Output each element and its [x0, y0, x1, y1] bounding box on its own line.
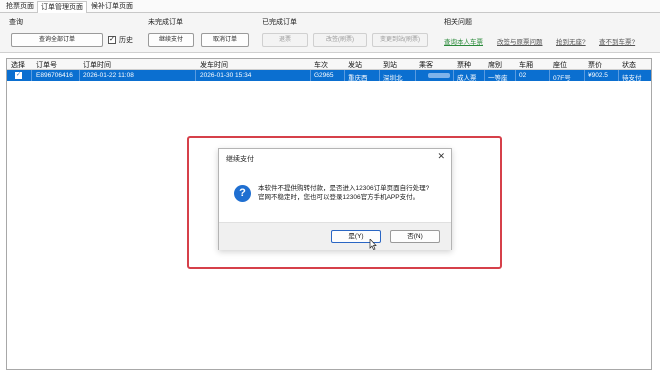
column-divider [79, 70, 80, 81]
continue-pay-button[interactable]: 继续支付 [148, 33, 194, 47]
column-divider [195, 70, 196, 81]
column-header[interactable]: 发站 [348, 60, 362, 70]
column-header[interactable]: 座位 [553, 60, 567, 70]
column-divider [484, 70, 485, 81]
order-time-cell: 2026-01-22 11:08 [83, 72, 134, 79]
seat-class-cell: 一等座 [488, 75, 508, 82]
depart-time-cell: 2026-01-30 15:34 [200, 72, 252, 79]
cancel-order-button[interactable]: 取消订单 [201, 33, 249, 47]
related-group-title: 相关问题 [444, 19, 472, 26]
column-header[interactable]: 车厢 [519, 60, 533, 70]
pending-group-title: 未完成订单 [148, 19, 183, 26]
dialog-title: 继续支付 [226, 156, 254, 163]
column-header[interactable]: 票种 [457, 60, 471, 70]
dialog-footer: 是(Y) 否(N) [219, 222, 451, 250]
column-divider [344, 70, 345, 81]
link-change-original-ticket[interactable]: 改签与原票问题 [497, 36, 543, 46]
link-query-own-ticket[interactable]: 查询本人车票 [444, 36, 483, 46]
no-button[interactable]: 否(N) [390, 230, 440, 243]
row-select-checkbox[interactable]: ✓ [15, 72, 22, 79]
link-no-seat[interactable]: 抢到无座? [556, 36, 586, 46]
price-cell: ¥902.5 [588, 72, 608, 79]
tab-waitlist-orders[interactable]: 候补订单页面 [88, 1, 136, 13]
column-divider [415, 70, 416, 81]
continue-pay-dialog: 继续支付 ✕ ? 本软件不提供购转付款，是否进入12306订单页面自行处理? 官… [218, 148, 452, 250]
column-divider [31, 70, 32, 81]
passenger-name-redacted [428, 73, 450, 78]
column-divider [549, 70, 550, 81]
column-divider [310, 70, 311, 81]
dialog-message: 本软件不提供购转付款，是否进入12306订单页面自行处理? 官网不稳定时，您也可… [258, 184, 448, 202]
query-all-orders-button[interactable]: 查询全部订单 [11, 33, 103, 47]
order-number-cell: E896706416 [36, 72, 73, 79]
toolbar: 查询 查询全部订单 ✓ 历史 未完成订单 继续支付 取消订单 已完成订单 退票 … [0, 13, 660, 53]
departure-station-cell: 重庆西 [348, 75, 368, 82]
link-ticket-not-found[interactable]: 查不到车票? [599, 36, 635, 46]
history-checkbox[interactable]: ✓ [108, 36, 116, 44]
tab-bar: 抢票页面 订单管理页面 候补订单页面 [0, 0, 660, 13]
dialog-message-line: 本软件不提供购转付款，是否进入12306订单页面自行处理? [258, 185, 430, 192]
dialog-message-line: 官网不稳定时，您也可以登录12306官方手机APP支付。 [258, 194, 420, 201]
column-header[interactable]: 状态 [622, 60, 636, 70]
table-row[interactable]: ✓ E896706416 2026-01-22 11:08 2026-01-30… [7, 70, 651, 82]
table-header: 选择 订单号 订单时间 发车时间 车次 发站 到站 乘客 票种 席别 车厢 座位… [7, 59, 651, 70]
column-header[interactable]: 席别 [488, 60, 502, 70]
tab-order-management[interactable]: 订单管理页面 [37, 1, 87, 13]
column-header[interactable]: 订单时间 [83, 60, 111, 70]
column-header[interactable]: 选择 [11, 60, 25, 70]
completed-group-title: 已完成订单 [262, 19, 297, 26]
column-header[interactable]: 发车时间 [200, 60, 228, 70]
refund-button[interactable]: 退票 [262, 33, 308, 47]
question-icon: ? [234, 185, 251, 202]
train-number-cell: G2965 [314, 72, 334, 79]
column-header[interactable]: 乘客 [419, 60, 433, 70]
car-number-cell: 02 [519, 72, 527, 79]
ticket-type-cell: 成人票 [457, 75, 477, 82]
status-cell: 待支付 [622, 75, 642, 82]
arrival-station-cell: 深圳北 [383, 75, 403, 82]
tab-grab-tickets[interactable]: 抢票页面 [3, 1, 37, 13]
close-icon[interactable]: ✕ [437, 151, 445, 162]
mouse-cursor-icon [369, 239, 377, 250]
column-header[interactable]: 到站 [383, 60, 397, 70]
seat-number-cell: 07F号 [553, 75, 571, 82]
column-divider [584, 70, 585, 81]
column-divider [453, 70, 454, 81]
query-group-title: 查询 [9, 19, 23, 26]
history-checkbox-label: 历史 [119, 37, 133, 44]
change-station-button[interactable]: 变更到站(刷票) [372, 33, 428, 47]
column-divider [515, 70, 516, 81]
column-header[interactable]: 票价 [588, 60, 602, 70]
column-header[interactable]: 订单号 [36, 60, 57, 70]
column-header[interactable]: 车次 [314, 60, 328, 70]
column-divider [618, 70, 619, 81]
change-ticket-button[interactable]: 改签(刷票) [313, 33, 367, 47]
column-divider [379, 70, 380, 81]
